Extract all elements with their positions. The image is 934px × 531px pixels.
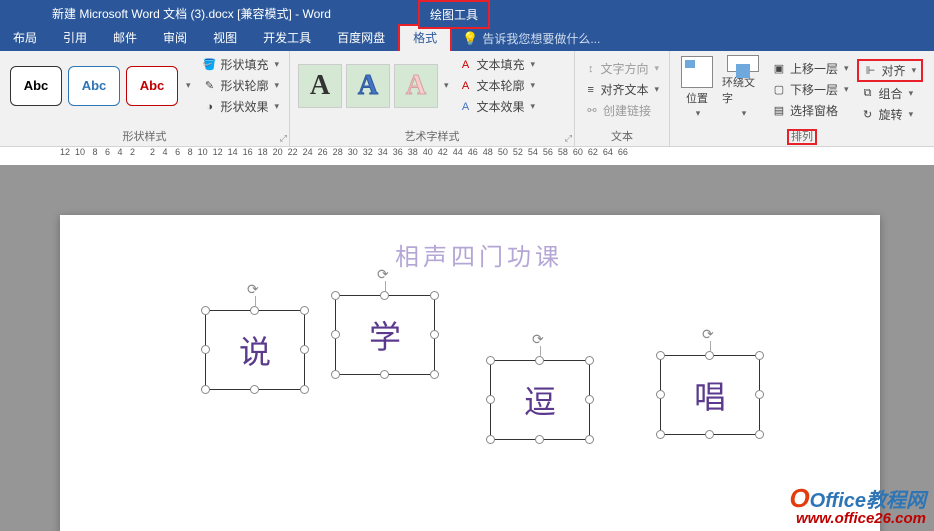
group-label: 艺术字样式	[296, 126, 568, 144]
create-link-button[interactable]: ⚯创建链接	[581, 101, 663, 120]
text-fill-button[interactable]: A文本填充▾	[455, 55, 540, 74]
bring-forward-icon: ▣	[772, 62, 786, 76]
align-text-button[interactable]: ≡对齐文本▾	[581, 80, 663, 99]
rotate-handle-icon[interactable]: ⟳	[532, 331, 548, 347]
tell-me-input[interactable]: 💡 告诉我您想要做什么...	[462, 30, 600, 47]
wrap-text-button[interactable]: 环绕文字▾	[722, 55, 764, 119]
position-button[interactable]: 位置▾	[676, 55, 718, 119]
office-logo-icon: O	[789, 483, 809, 513]
group-label: 排列	[676, 126, 928, 144]
horizontal-ruler[interactable]: 12 10 8 6 4 2 2 4 6 8 10 12 14 16 18 20 …	[0, 147, 934, 165]
group-label: 文本	[581, 126, 663, 144]
shape-box-2[interactable]: ⟳ 学	[335, 295, 435, 375]
send-backward-button[interactable]: ▢下移一层▾	[768, 80, 853, 99]
document-heading: 相声四门功课	[395, 237, 563, 272]
tab-mail[interactable]: 邮件	[100, 26, 150, 51]
group-icon: ⧉	[861, 87, 875, 101]
tab-developer[interactable]: 开发工具	[250, 26, 324, 51]
shape-fill-button[interactable]: 🪣形状填充▾	[199, 55, 284, 74]
position-icon	[681, 56, 713, 88]
selection-pane-button[interactable]: ▤选择窗格	[768, 101, 853, 120]
watermark-brand: Office教程网	[810, 490, 926, 512]
shape-text: 学	[369, 312, 401, 358]
document-workspace[interactable]: 相声四门功课 ⟳ 说 ⟳ 学 ⟳ 逗 ⟳ 唱	[0, 165, 934, 531]
align-text-icon: ≡	[585, 83, 596, 97]
group-arrange: 位置▾ 环绕文字▾ ▣上移一层▾ ▢下移一层▾ ▤选择窗格 ⊩对齐▾ ⧉组合▾ …	[670, 51, 934, 146]
ruler-ticks: 12 10 8 6 4 2 2 4 6 8 10 12 14 16 18 20 …	[60, 147, 628, 157]
tell-me-placeholder: 告诉我您想要做什么...	[482, 30, 600, 47]
text-effects-icon: A	[459, 100, 473, 114]
group-text: ↕文字方向▾ ≡对齐文本▾ ⚯创建链接 文本	[575, 51, 670, 146]
shape-text: 说	[239, 327, 271, 373]
shape-style-preset-1[interactable]: Abc	[10, 66, 62, 106]
rotate-icon: ↻	[861, 108, 875, 122]
group-wordart-styles: A A A ▾ A文本填充▾ A文本轮廓▾ A文本效果▾ 艺术字样式 ⤢	[290, 51, 575, 146]
ribbon: Abc Abc Abc ▾ 🪣形状填充▾ ✎形状轮廓▾ ◑形状效果▾ 形状样式 …	[0, 51, 934, 147]
dialog-launcher-icon[interactable]: ⤢	[280, 133, 287, 144]
align-button[interactable]: ⊩对齐▾	[860, 61, 921, 80]
tab-baidu[interactable]: 百度网盘	[324, 26, 398, 51]
page: 相声四门功课 ⟳ 说 ⟳ 学 ⟳ 逗 ⟳ 唱	[60, 215, 880, 531]
text-direction-icon: ↕	[585, 62, 596, 76]
rotate-handle-icon[interactable]: ⟳	[377, 266, 393, 282]
shape-outline-button[interactable]: ✎形状轮廓▾	[199, 76, 284, 95]
shape-text: 唱	[694, 372, 726, 418]
ribbon-tabs: 布局 引用 邮件 审阅 视图 开发工具 百度网盘 格式 💡 告诉我您想要做什么.…	[0, 26, 934, 51]
bulb-icon: 💡	[462, 31, 478, 47]
tab-format[interactable]: 格式	[400, 26, 450, 51]
shape-effects-button[interactable]: ◑形状效果▾	[199, 97, 284, 116]
wordart-preset-3[interactable]: A	[394, 64, 438, 108]
window-title: 新建 Microsoft Word 文档 (3).docx [兼容模式] - W…	[4, 5, 331, 22]
tab-references[interactable]: 引用	[50, 26, 100, 51]
rotate-button[interactable]: ↻旋转▾	[857, 105, 924, 124]
group-shape-styles: Abc Abc Abc ▾ 🪣形状填充▾ ✎形状轮廓▾ ◑形状效果▾ 形状样式 …	[0, 51, 290, 146]
bring-forward-button[interactable]: ▣上移一层▾	[768, 59, 853, 78]
shape-style-preset-3[interactable]: Abc	[126, 66, 178, 106]
tab-layout[interactable]: 布局	[0, 26, 50, 51]
shape-style-more-icon[interactable]: ▾	[186, 80, 191, 91]
rotate-handle-icon[interactable]: ⟳	[702, 326, 718, 342]
group-label: 形状样式	[6, 126, 283, 144]
rotate-handle-icon[interactable]: ⟳	[247, 281, 263, 297]
text-outline-icon: A	[459, 79, 473, 93]
watermark: OOffice教程网 www.office26.com	[789, 483, 926, 527]
align-icon: ⊩	[864, 64, 878, 78]
text-fill-icon: A	[459, 58, 473, 72]
wordart-preset-2[interactable]: A	[346, 64, 390, 108]
shape-box-1[interactable]: ⟳ 说	[205, 310, 305, 390]
link-icon: ⚯	[585, 104, 599, 118]
wordart-more-icon[interactable]: ▾	[444, 80, 449, 91]
drawing-tools-context-tab[interactable]: 绘图工具	[418, 0, 490, 29]
selection-pane-icon: ▤	[772, 104, 786, 118]
text-effects-button[interactable]: A文本效果▾	[455, 97, 540, 116]
send-backward-icon: ▢	[772, 83, 786, 97]
text-outline-button[interactable]: A文本轮廓▾	[455, 76, 540, 95]
text-direction-button[interactable]: ↕文字方向▾	[581, 59, 663, 78]
effects-icon: ◑	[203, 100, 217, 114]
tab-review[interactable]: 审阅	[150, 26, 200, 51]
paint-bucket-icon: 🪣	[203, 58, 217, 72]
shape-box-4[interactable]: ⟳ 唱	[660, 355, 760, 435]
shape-text: 逗	[524, 377, 556, 423]
dialog-launcher-icon[interactable]: ⤢	[565, 133, 572, 144]
tab-view[interactable]: 视图	[200, 26, 250, 51]
shape-box-3[interactable]: ⟳ 逗	[490, 360, 590, 440]
group-button[interactable]: ⧉组合▾	[857, 84, 924, 103]
wordart-preset-1[interactable]: A	[298, 64, 342, 108]
shape-style-preset-2[interactable]: Abc	[68, 66, 120, 106]
wrap-icon	[727, 55, 759, 72]
pen-icon: ✎	[203, 79, 217, 93]
